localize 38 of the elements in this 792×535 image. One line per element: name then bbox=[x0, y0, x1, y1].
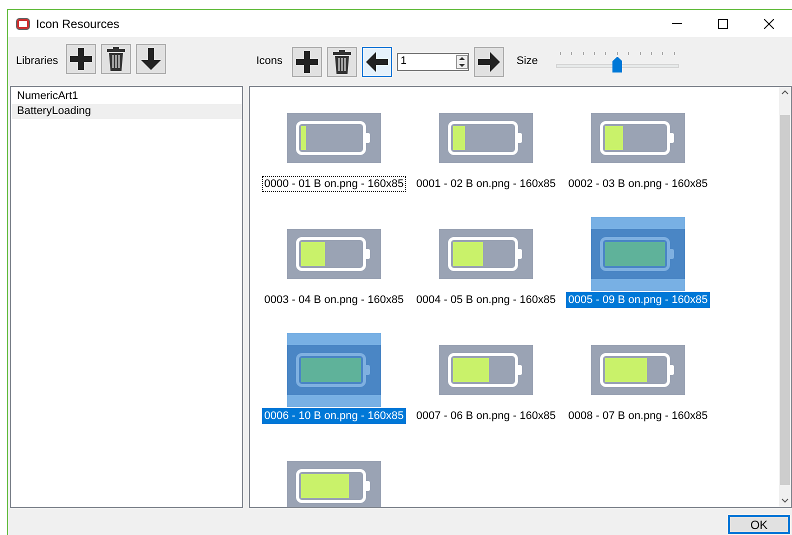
download-library-button[interactable] bbox=[136, 44, 166, 74]
icon-file-label[interactable]: 0004 - 05 B on.png - 160x85 bbox=[414, 292, 558, 308]
library-item[interactable]: BatteryLoading bbox=[12, 104, 242, 119]
trash-icon bbox=[332, 50, 352, 74]
minimize-icon bbox=[672, 23, 682, 24]
app-icon bbox=[16, 18, 30, 30]
trash-icon bbox=[106, 46, 126, 70]
libraries-label: Libraries bbox=[16, 54, 58, 70]
page-spinbox[interactable]: 1 bbox=[397, 52, 470, 70]
down-arrow-icon bbox=[140, 48, 162, 70]
add-library-button[interactable] bbox=[66, 44, 96, 74]
icon-file-label[interactable]: 0006 - 10 B on.png - 160x85 bbox=[262, 408, 406, 424]
icons-label: Icons bbox=[256, 54, 282, 70]
previous-page-button[interactable] bbox=[362, 46, 392, 76]
icon-file-label[interactable]: 0001 - 02 B on.png - 160x85 bbox=[414, 176, 558, 192]
icon-file-label[interactable]: 0000 - 01 B on.png - 160x85 bbox=[262, 176, 406, 192]
icon-file-label[interactable]: 0002 - 03 B on.png - 160x85 bbox=[566, 176, 710, 192]
maximize-icon bbox=[718, 18, 728, 28]
delete-icon-button[interactable] bbox=[327, 46, 358, 76]
window-title: Icon Resources bbox=[36, 16, 120, 32]
icon-file-label[interactable]: 0008 - 07 B on.png - 160x85 bbox=[566, 408, 710, 424]
size-label: Size bbox=[516, 54, 538, 70]
next-page-button[interactable] bbox=[474, 46, 504, 76]
page-value: 1 bbox=[400, 54, 408, 70]
left-arrow-icon bbox=[366, 50, 388, 72]
vertical-scrollbar[interactable] bbox=[779, 87, 791, 507]
icon-file-label[interactable]: 0003 - 04 B on.png - 160x85 bbox=[262, 292, 406, 308]
add-icon-button[interactable] bbox=[292, 46, 322, 76]
right-arrow-icon bbox=[478, 50, 500, 72]
plus-icon bbox=[70, 48, 92, 70]
icon-file-label[interactable]: 0007 - 06 B on.png - 160x85 bbox=[414, 408, 558, 424]
delete-library-button[interactable] bbox=[101, 44, 132, 74]
spin-arrows-icon bbox=[456, 54, 468, 68]
close-icon bbox=[764, 18, 774, 28]
library-item[interactable]: NumericArt1 bbox=[12, 89, 242, 104]
plus-icon bbox=[296, 50, 318, 72]
ok-button[interactable]: OK bbox=[728, 515, 790, 534]
icon-file-label[interactable]: 0005 - 09 B on.png - 160x85 bbox=[566, 292, 710, 308]
